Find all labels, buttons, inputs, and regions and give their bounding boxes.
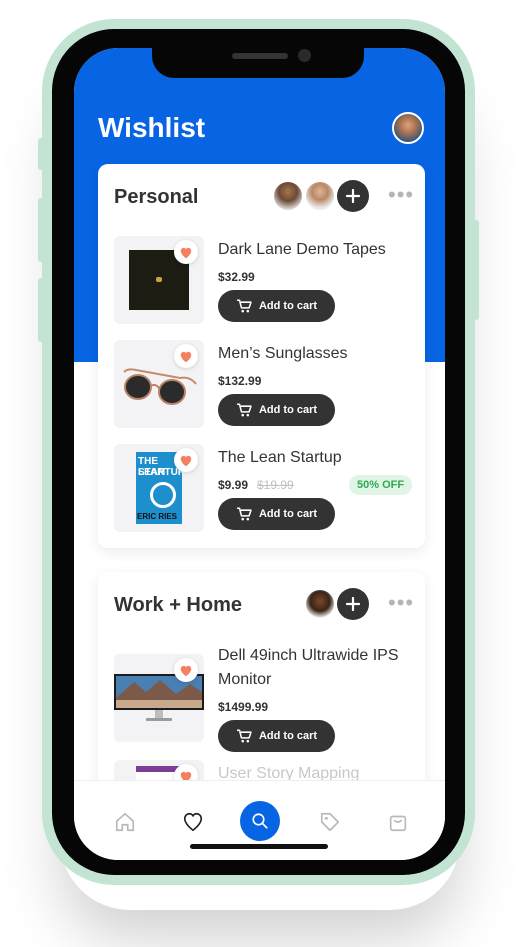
collaborator-avatar[interactable] xyxy=(304,588,336,620)
add-collaborator-button[interactable] xyxy=(337,180,369,212)
plus-icon xyxy=(345,188,361,204)
original-price: $19.99 xyxy=(257,478,294,492)
search-button[interactable] xyxy=(240,801,280,841)
cart-icon xyxy=(236,729,252,743)
product-price: $9.99 xyxy=(218,478,249,492)
book-cover-title: STARTUP xyxy=(138,467,182,478)
add-to-cart-label: Add to cart xyxy=(258,730,318,742)
add-to-cart-button[interactable]: Add to cart xyxy=(218,290,335,322)
add-to-cart-label: Add to cart xyxy=(258,508,318,520)
favorite-button[interactable] xyxy=(174,240,198,264)
collaborator-avatar[interactable] xyxy=(272,180,304,212)
cart-icon xyxy=(236,299,252,313)
product-price: $32.99 xyxy=(218,270,255,284)
add-to-cart-button[interactable]: Add to cart xyxy=(218,498,335,530)
profile-avatar[interactable] xyxy=(392,112,424,144)
add-to-cart-label: Add to cart xyxy=(258,300,318,312)
product-price: $132.99 xyxy=(218,374,262,388)
favorite-button[interactable] xyxy=(174,344,198,368)
heart-icon xyxy=(180,351,192,362)
power-button xyxy=(473,220,479,320)
product-name[interactable]: Monitor xyxy=(218,668,271,692)
discount-badge: 50% OFF xyxy=(349,475,413,495)
product-name[interactable]: Dell 49inch Ultrawide IPS xyxy=(218,644,399,668)
add-to-cart-button[interactable]: Add to cart xyxy=(218,720,335,752)
page-title: Wishlist xyxy=(98,112,206,143)
add-to-cart-button[interactable]: Add to cart xyxy=(218,394,335,426)
cart-icon xyxy=(236,403,252,417)
mute-switch xyxy=(38,138,44,170)
product-name[interactable]: Dark Lane Demo Tapes xyxy=(218,238,386,262)
card-title: Personal xyxy=(114,186,199,208)
volume-up-button xyxy=(38,198,44,262)
screen: Wishlist Personal ••• Dark Lane Demo Tap… xyxy=(74,48,445,860)
card-title: Work + Home xyxy=(114,594,242,616)
heart-icon xyxy=(180,665,192,676)
volume-down-button xyxy=(38,278,44,342)
favorite-button[interactable] xyxy=(174,658,198,682)
speaker xyxy=(232,53,288,59)
favorite-button[interactable] xyxy=(174,448,198,472)
product-price: $1499.99 xyxy=(218,700,269,714)
notch xyxy=(152,48,364,78)
front-camera xyxy=(298,49,311,62)
more-options-icon[interactable]: ••• xyxy=(388,592,414,614)
more-options-icon[interactable]: ••• xyxy=(388,184,414,206)
heart-icon xyxy=(180,455,192,466)
cart-icon xyxy=(236,507,252,521)
book-cover-author: ERIC RIES xyxy=(137,512,178,521)
collaborator-avatar[interactable] xyxy=(304,180,336,212)
heart-icon xyxy=(180,247,192,258)
search-icon xyxy=(252,813,268,829)
home-indicator[interactable] xyxy=(190,844,328,849)
bag-icon[interactable] xyxy=(387,811,409,833)
product-name[interactable]: Men’s Sunglasses xyxy=(218,342,348,366)
wishlist-card-personal: Personal ••• Dark Lane Demo Tapes $32.99… xyxy=(98,164,425,548)
add-to-cart-label: Add to cart xyxy=(258,404,318,416)
plus-icon xyxy=(345,596,361,612)
add-collaborator-button[interactable] xyxy=(337,588,369,620)
tag-icon[interactable] xyxy=(319,811,341,833)
product-name[interactable]: The Lean Startup xyxy=(218,446,342,470)
home-icon[interactable] xyxy=(114,811,136,833)
heart-icon[interactable] xyxy=(182,811,204,833)
